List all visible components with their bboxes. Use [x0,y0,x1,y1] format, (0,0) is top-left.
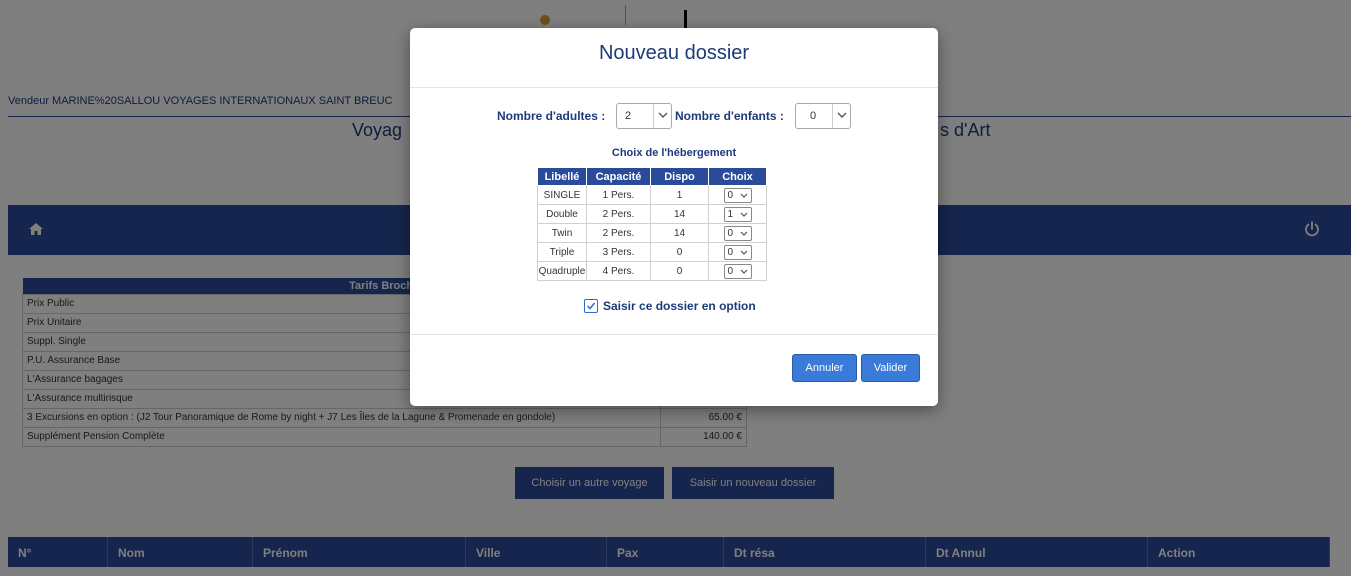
hebergement-dispo: 1 [650,185,709,205]
chevron-down-icon [740,231,747,236]
hebergement-libelle: Quadruple [537,261,587,281]
hebergement-row: Triple 3 Pers. 0 0 [537,242,767,262]
chevron-down-icon [740,250,747,255]
option-checkbox[interactable] [584,299,598,313]
hebergement-dispo: 0 [650,261,709,281]
hebergement-capacite: 2 Pers. [586,204,651,224]
hebergement-row: Twin 2 Pers. 14 0 [537,223,767,243]
hebergement-libelle: Twin [537,223,587,243]
option-label[interactable]: Saisir ce dossier en option [603,299,756,313]
choix-select[interactable]: 1 [723,206,752,222]
hebergement-libelle: SINGLE [537,185,587,205]
hebergement-capacite: 2 Pers. [586,223,651,243]
col-dispo: Dispo [650,167,709,186]
hebergement-choix-cell: 0 [708,242,767,262]
hebergement-capacite: 3 Pers. [586,242,651,262]
hebergement-choix-cell: 0 [708,261,767,281]
choix-value: 0 [727,265,734,277]
hebergement-choix-cell: 0 [708,185,767,205]
children-select[interactable]: 0 [795,103,851,129]
hebergement-dispo: 0 [650,242,709,262]
hebergement-title: Choix de l'hébergement [611,147,737,159]
hebergement-capacite: 1 Pers. [586,185,651,205]
hebergement-row: SINGLE 1 Pers. 1 0 [537,185,767,205]
choix-value: 0 [727,227,734,239]
choix-value: 0 [727,246,734,258]
col-capacite: Capacité [586,167,651,186]
validate-button[interactable]: Valider [861,354,920,382]
adults-select[interactable]: 2 [616,103,672,129]
choix-select[interactable]: 0 [723,263,752,279]
chevron-down-icon [740,269,747,274]
hebergement-dispo: 14 [650,223,709,243]
modal-divider [410,87,938,88]
hebergement-row: Quadruple 4 Pers. 0 0 [537,261,767,281]
hebergement-libelle: Double [537,204,587,224]
checkmark-icon [586,302,596,310]
choix-select[interactable]: 0 [723,244,752,260]
hebergement-row: Double 2 Pers. 14 1 [537,204,767,224]
chevron-down-icon [832,104,850,128]
chevron-down-icon [653,104,671,128]
hebergement-dispo: 14 [650,204,709,224]
chevron-down-icon [740,212,747,217]
hebergement-capacite: 4 Pers. [586,261,651,281]
col-libelle: Libellé [537,167,587,186]
adults-label: Nombre d'adultes : [497,109,606,123]
option-row: Saisir ce dossier en option [584,299,756,313]
chevron-down-icon [740,193,747,198]
col-choix: Choix [708,167,767,186]
hebergement-choix-cell: 0 [708,223,767,243]
modal-footer-divider [410,334,938,335]
choix-value: 1 [727,208,734,220]
hebergement-libelle: Triple [537,242,587,262]
hebergement-table: Libellé Capacité Dispo Choix SINGLE 1 Per… [537,167,767,281]
modal-title: Nouveau dossier [598,42,750,64]
new-dossier-modal: Nouveau dossier Nombre d'adultes : 2 Nom… [410,28,938,406]
choix-value: 0 [727,189,734,201]
hebergement-choix-cell: 1 [708,204,767,224]
choix-select[interactable]: 0 [723,187,752,203]
cancel-button[interactable]: Annuler [792,354,857,382]
choix-select[interactable]: 0 [723,225,752,241]
children-label: Nombre d'enfants : [675,109,784,123]
